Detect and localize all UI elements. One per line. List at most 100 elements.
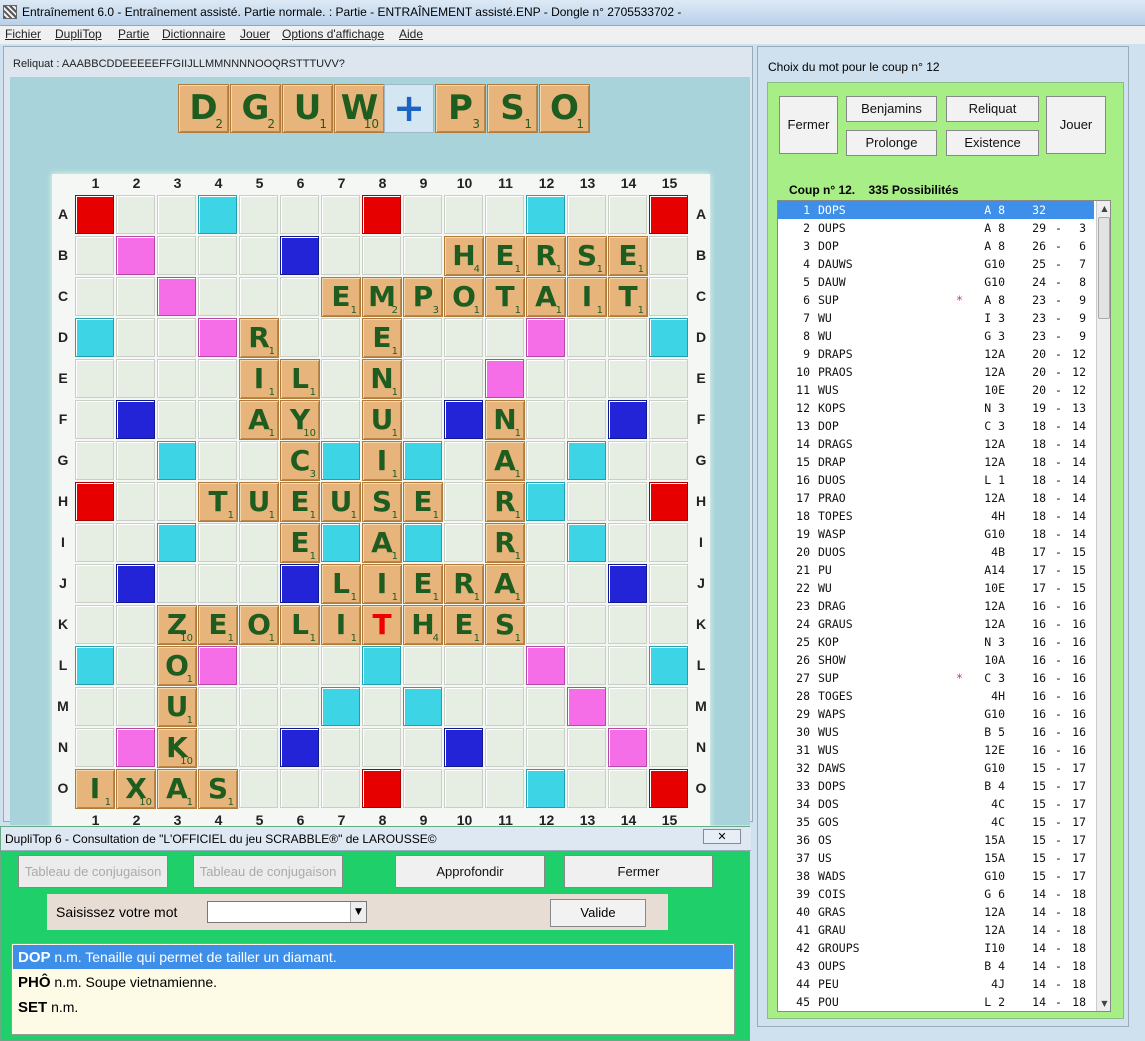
menu-dictionnaire[interactable]: Dictionnaire xyxy=(162,27,225,41)
board-square[interactable] xyxy=(116,441,155,480)
board-square[interactable] xyxy=(526,605,565,644)
board-square[interactable] xyxy=(75,728,114,767)
move-row[interactable]: 23 DRAG 12A 16-16 xyxy=(778,597,1094,615)
board-tile[interactable]: N1 xyxy=(485,400,525,440)
board-tile[interactable]: I1 xyxy=(321,605,361,645)
board-square[interactable] xyxy=(649,728,688,767)
board-tile[interactable]: R1 xyxy=(485,482,525,522)
board-tile[interactable]: E1 xyxy=(280,523,320,563)
board-square[interactable] xyxy=(321,195,360,234)
board-square[interactable] xyxy=(198,687,237,726)
board-tile[interactable]: R1 xyxy=(444,564,484,604)
board-square[interactable] xyxy=(321,687,360,726)
board-square[interactable] xyxy=(198,318,237,357)
board-tile[interactable]: A1 xyxy=(157,769,197,809)
scroll-down-icon[interactable]: ▼ xyxy=(1097,996,1110,1011)
board-square[interactable] xyxy=(239,728,278,767)
board-tile[interactable]: E1 xyxy=(321,277,361,317)
definition-item[interactable]: PHÔ n.m. Soupe vietnamienne. xyxy=(13,970,733,994)
move-row[interactable]: 25 KOP N 3 16-16 xyxy=(778,633,1094,651)
board-square[interactable] xyxy=(116,236,155,275)
move-row[interactable]: 18 TOPES 4H 18-14 xyxy=(778,507,1094,525)
board-square[interactable] xyxy=(75,400,114,439)
board-square[interactable] xyxy=(608,564,647,603)
board-square[interactable] xyxy=(198,523,237,562)
board-square[interactable] xyxy=(75,646,114,685)
board-square[interactable] xyxy=(280,318,319,357)
board-square[interactable] xyxy=(649,482,688,521)
board-square[interactable] xyxy=(567,441,606,480)
board-tile[interactable]: L1 xyxy=(321,564,361,604)
menu-aide[interactable]: Aide xyxy=(399,27,423,41)
conjugation-table-button-2[interactable]: Tableau de conjugaison xyxy=(193,855,343,888)
board-tile[interactable]: I1 xyxy=(362,564,402,604)
move-row[interactable]: 2 OUPS A 8 29- 3 xyxy=(778,219,1094,237)
move-row[interactable]: 8 WU G 3 23- 9 xyxy=(778,327,1094,345)
board-square[interactable] xyxy=(403,236,442,275)
board-square[interactable] xyxy=(116,482,155,521)
board-square[interactable] xyxy=(649,687,688,726)
board-square[interactable] xyxy=(239,523,278,562)
board-tile[interactable]: I1 xyxy=(362,441,402,481)
move-row[interactable]: 39 COIS G 6 14-18 xyxy=(778,885,1094,903)
board-square[interactable] xyxy=(116,523,155,562)
board-square[interactable] xyxy=(239,646,278,685)
move-row[interactable]: 27 SUP * C 3 16-16 xyxy=(778,669,1094,687)
move-row[interactable]: 17 PRAO 12A 18-14 xyxy=(778,489,1094,507)
board-square[interactable] xyxy=(444,441,483,480)
board-square[interactable] xyxy=(362,687,401,726)
board-square[interactable] xyxy=(321,400,360,439)
board-square[interactable] xyxy=(403,646,442,685)
board-tile[interactable]: L1 xyxy=(280,359,320,399)
close-icon[interactable]: ✕ xyxy=(703,829,741,844)
board-square[interactable] xyxy=(485,359,524,398)
board-square[interactable] xyxy=(157,236,196,275)
rack-tile[interactable]: W 10 xyxy=(334,84,385,133)
jouer-button[interactable]: Jouer xyxy=(1046,96,1106,154)
board-square[interactable] xyxy=(403,728,442,767)
move-row[interactable]: 21 PU A14 17-15 xyxy=(778,561,1094,579)
menu-jouer[interactable]: Jouer xyxy=(240,27,270,41)
board-square[interactable] xyxy=(608,523,647,562)
board-square[interactable] xyxy=(403,359,442,398)
board-tile[interactable]: U1 xyxy=(362,400,402,440)
board-square[interactable] xyxy=(116,400,155,439)
board-square[interactable] xyxy=(75,277,114,316)
board-square[interactable] xyxy=(649,318,688,357)
board-square[interactable] xyxy=(116,728,155,767)
board-square[interactable] xyxy=(116,646,155,685)
board-tile[interactable]: E1 xyxy=(403,482,443,522)
board-square[interactable] xyxy=(567,605,606,644)
board-square[interactable] xyxy=(608,605,647,644)
board-square[interactable] xyxy=(75,482,114,521)
move-row[interactable]: 11 WUS 10E 20-12 xyxy=(778,381,1094,399)
board-square[interactable] xyxy=(116,687,155,726)
board-tile[interactable]: S1 xyxy=(362,482,402,522)
board-square[interactable] xyxy=(157,523,196,562)
board-square[interactable] xyxy=(403,523,442,562)
menu-options-d-affichage[interactable]: Options d'affichage xyxy=(282,27,384,41)
move-row[interactable]: 4 DAUWS G10 25- 7 xyxy=(778,255,1094,273)
board-square[interactable] xyxy=(649,769,688,808)
board-square[interactable] xyxy=(321,769,360,808)
board-square[interactable] xyxy=(321,523,360,562)
board-tile[interactable]: T xyxy=(362,605,402,645)
board-tile[interactable]: T1 xyxy=(485,277,525,317)
prolonge-button[interactable]: Prolonge xyxy=(846,130,937,156)
board-square[interactable] xyxy=(526,441,565,480)
board-square[interactable] xyxy=(649,564,688,603)
move-row[interactable]: 37 US 15A 15-17 xyxy=(778,849,1094,867)
board-tile[interactable]: H4 xyxy=(403,605,443,645)
board-square[interactable] xyxy=(362,646,401,685)
board-tile[interactable]: E1 xyxy=(362,318,402,358)
board-square[interactable] xyxy=(485,728,524,767)
board-square[interactable] xyxy=(75,687,114,726)
move-row[interactable]: 10 PRAOS 12A 20-12 xyxy=(778,363,1094,381)
board-square[interactable] xyxy=(526,769,565,808)
conjugation-table-button-1[interactable]: Tableau de conjugaison xyxy=(18,855,168,888)
dictionary-close-button[interactable]: Fermer xyxy=(564,855,713,888)
app-icon[interactable] xyxy=(3,5,17,19)
board-square[interactable] xyxy=(198,441,237,480)
definition-item[interactable]: SET n.m. xyxy=(13,995,733,1019)
board-square[interactable] xyxy=(321,318,360,357)
